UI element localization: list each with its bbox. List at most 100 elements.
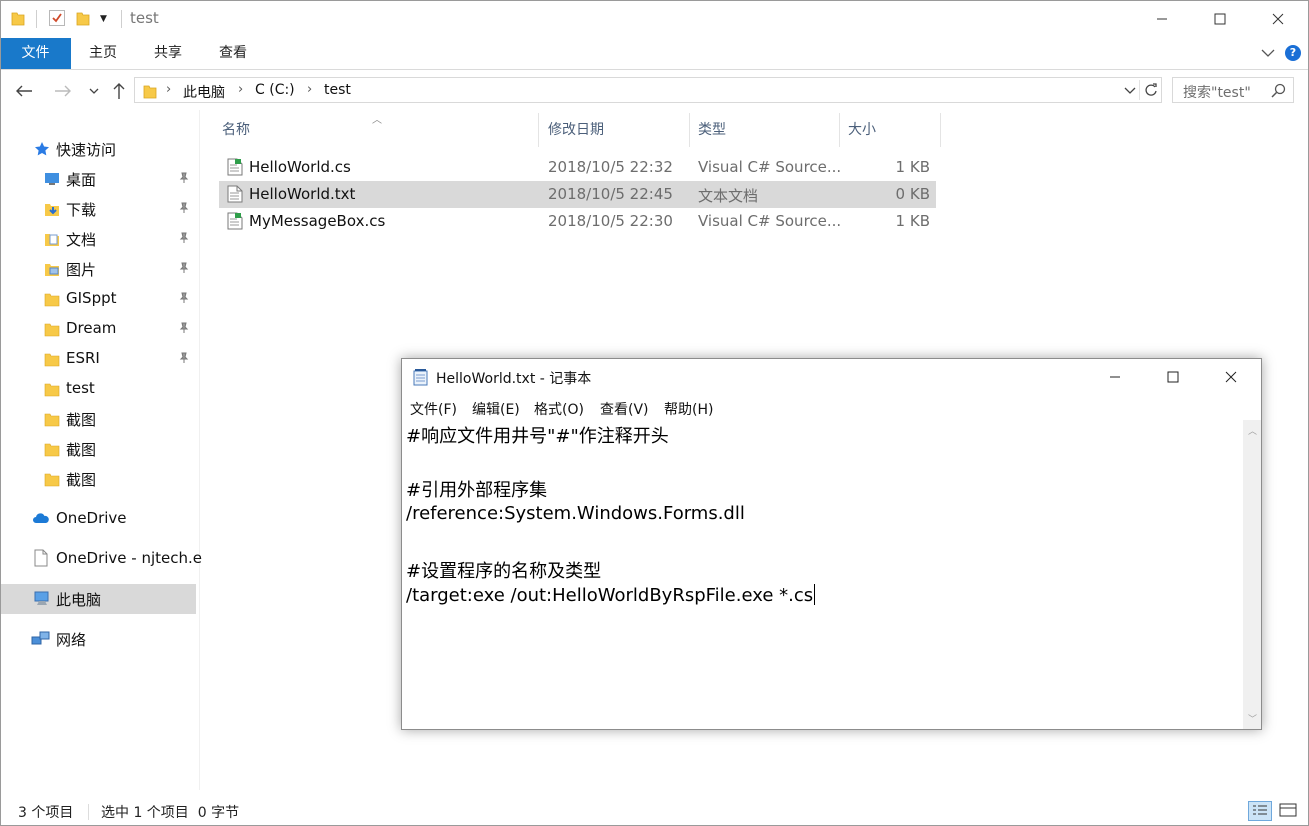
nav-item-esri[interactable]: ESRI	[0, 344, 196, 374]
tab-file[interactable]: 文件	[0, 38, 71, 69]
tab-view[interactable]: 查看	[210, 38, 256, 69]
breadcrumb-separator[interactable]: ›	[238, 82, 243, 97]
menu-edit[interactable]: 编辑(E)	[472, 399, 520, 419]
column-headers: 名称 修改日期 类型 大小	[214, 113, 941, 147]
nav-label: 下载	[66, 201, 97, 219]
item-count: 3 个项目	[18, 805, 74, 821]
breadcrumb-test[interactable]: test	[324, 82, 351, 98]
search-input[interactable]: 搜索"test"	[1183, 82, 1251, 102]
pin-icon[interactable]	[178, 262, 190, 274]
chevron-down-icon[interactable]	[1260, 46, 1276, 60]
refresh-button[interactable]	[1139, 80, 1162, 100]
file-name: HelloWorld.cs	[249, 158, 351, 176]
close-button[interactable]	[1249, 0, 1307, 38]
pin-icon[interactable]	[178, 172, 190, 184]
nav-quick-access[interactable]: 快速访问	[0, 134, 196, 164]
status-bar: 3 个项目 选中 1 个项目 0 字节	[0, 798, 1309, 826]
pin-icon[interactable]	[178, 322, 190, 334]
forward-button[interactable]	[52, 80, 74, 102]
new-folder-icon[interactable]	[76, 10, 90, 26]
properties-icon[interactable]	[49, 10, 65, 26]
text-line: #响应文件用井号"#"作注释开头	[406, 426, 669, 447]
nav-item-downloads[interactable]: 下载	[0, 194, 196, 224]
notepad-text-area[interactable]: #响应文件用井号"#"作注释开头 #引用外部程序集 /reference:Sys…	[402, 420, 1242, 729]
breadcrumb-separator[interactable]: ›	[166, 82, 171, 97]
breadcrumb-this-pc[interactable]: 此电脑	[183, 82, 225, 102]
nav-onedrive[interactable]: OneDrive	[0, 504, 196, 534]
notepad-vertical-scrollbar[interactable]: ︿ ﹀	[1243, 420, 1261, 729]
menu-format[interactable]: 格式(O)	[534, 399, 584, 419]
search-box[interactable]: 搜索"test"	[1172, 77, 1294, 103]
large-icons-view-button[interactable]	[1277, 801, 1301, 821]
tab-share[interactable]: 共享	[145, 38, 191, 69]
address-dropdown-icon[interactable]	[1123, 81, 1137, 99]
nav-item-screenshots[interactable]: 截图	[0, 404, 196, 434]
customize-quick-access-icon[interactable]: ▼	[100, 14, 107, 24]
file-size: 1 KB	[895, 212, 930, 230]
scroll-down-icon[interactable]: ﹀	[1248, 712, 1257, 725]
folder-icon	[143, 85, 157, 99]
computer-icon	[34, 591, 49, 605]
nav-item-desktop[interactable]: 桌面	[0, 164, 196, 194]
menu-view[interactable]: 查看(V)	[600, 399, 649, 419]
file-date: 2018/10/5 22:32	[548, 158, 673, 176]
file-date: 2018/10/5 22:45	[548, 185, 673, 203]
scroll-up-icon[interactable]: ︿	[1248, 424, 1257, 437]
menu-help[interactable]: 帮助(H)	[664, 399, 713, 419]
nav-item-pictures[interactable]: 图片	[0, 254, 196, 284]
address-bar[interactable]: › 此电脑 › C (C:) › test	[134, 77, 1162, 103]
up-button[interactable]	[108, 80, 130, 102]
search-icon[interactable]	[1271, 83, 1286, 98]
nav-label: 截图	[66, 411, 97, 429]
text-line: /target:exe /out:HelloWorldByRspFile.exe…	[406, 585, 814, 606]
pin-icon[interactable]	[178, 292, 190, 304]
table-row[interactable]: HelloWorld.txt 2018/10/5 22:45 文本文档 0 KB	[219, 181, 936, 208]
pin-icon[interactable]	[178, 202, 190, 214]
back-button[interactable]	[13, 80, 35, 102]
notepad-window: HelloWorld.txt - 记事本 文件(F) 编辑(E) 格式(O) 查…	[401, 358, 1262, 730]
help-icon[interactable]: ?	[1285, 45, 1301, 61]
folder-icon	[11, 12, 25, 26]
table-row[interactable]: HelloWorld.cs 2018/10/5 22:32 Visual C# …	[219, 154, 936, 181]
nav-item-dream[interactable]: Dream	[0, 314, 196, 344]
notepad-close-button[interactable]	[1202, 359, 1260, 395]
text-line: #设置程序的名称及类型	[406, 561, 602, 582]
notepad-maximize-button[interactable]	[1144, 359, 1202, 395]
pin-icon[interactable]	[178, 232, 190, 244]
maximize-button[interactable]	[1191, 0, 1249, 38]
details-view-button[interactable]	[1248, 801, 1272, 821]
column-header-date[interactable]: 修改日期	[540, 113, 690, 147]
file-size: 1 KB	[895, 158, 930, 176]
breadcrumb-drive-c[interactable]: C (C:)	[255, 82, 295, 98]
nav-network[interactable]: 网络	[0, 624, 196, 654]
folder-icon	[44, 443, 60, 457]
table-row[interactable]: MyMessageBox.cs 2018/10/5 22:30 Visual C…	[219, 208, 936, 235]
notepad-title-bar[interactable]: HelloWorld.txt - 记事本	[402, 359, 1261, 395]
nav-item-screenshots[interactable]: 截图	[0, 464, 196, 494]
nav-item-test[interactable]: test	[0, 374, 196, 404]
column-header-type[interactable]: 类型	[690, 113, 840, 147]
status-separator	[88, 804, 89, 820]
pin-icon[interactable]	[178, 352, 190, 364]
recent-locations-button[interactable]	[83, 80, 105, 102]
notepad-minimize-button[interactable]	[1086, 359, 1144, 395]
nav-onedrive-njtech[interactable]: OneDrive - njtech.e	[0, 544, 202, 574]
minimize-button[interactable]	[1133, 0, 1191, 38]
tab-home[interactable]: 主页	[80, 38, 126, 69]
title-separator	[121, 10, 122, 28]
nav-label: test	[66, 379, 95, 397]
nav-label: 网络	[56, 631, 87, 649]
column-header-name[interactable]: 名称	[214, 113, 539, 147]
desktop-folder-icon	[45, 173, 59, 185]
notepad-title: HelloWorld.txt - 记事本	[436, 371, 592, 387]
menu-file[interactable]: 文件(F)	[410, 399, 457, 419]
nav-this-pc[interactable]: 此电脑	[0, 584, 196, 614]
nav-label: 图片	[66, 261, 97, 279]
nav-item-gisppt[interactable]: GISppt	[0, 284, 196, 314]
file-date: 2018/10/5 22:30	[548, 212, 673, 230]
nav-item-documents[interactable]: 文档	[0, 224, 196, 254]
breadcrumb-separator[interactable]: ›	[307, 82, 312, 97]
nav-label: 文档	[66, 231, 97, 249]
column-header-size[interactable]: 大小	[840, 113, 941, 147]
nav-item-screenshots[interactable]: 截图	[0, 434, 196, 464]
